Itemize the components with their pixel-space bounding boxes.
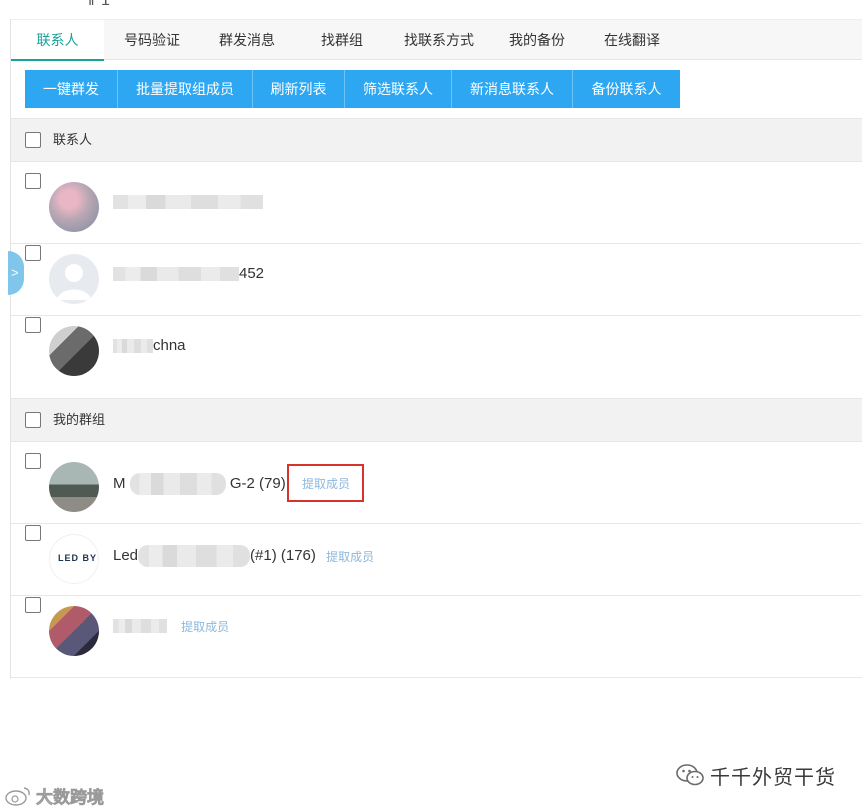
top-fragment: ‖ 1: [88, 0, 111, 9]
contact-row[interactable]: chna: [11, 316, 862, 398]
redacted-text: [113, 339, 153, 354]
tab-bar: 联系人 号码验证 群发消息 找群组 找联系方式 我的备份 在线翻译: [11, 19, 862, 61]
redacted-text: [113, 619, 167, 634]
avatar: [49, 254, 99, 304]
group-logo: LED BY: [58, 553, 98, 563]
contact-name: 452: [113, 265, 264, 282]
avatar: [49, 326, 99, 376]
filter-contacts-button[interactable]: 筛选联系人: [345, 70, 452, 108]
avatar: [49, 462, 99, 512]
extract-members-link[interactable]: 提取成员: [287, 464, 365, 502]
contact-row[interactable]: [11, 172, 862, 244]
tab-find-contact-info[interactable]: 找联系方式: [404, 20, 474, 60]
group-name: Led (#1) (176) 提取成员: [113, 545, 374, 567]
group-name: M G-2 (79): [113, 473, 286, 495]
contact-name: [113, 193, 263, 210]
weibo-icon: [5, 786, 30, 806]
contact-checkbox[interactable]: [25, 245, 41, 261]
group-checkbox[interactable]: [25, 597, 41, 613]
contacts-section-header: 联系人: [11, 118, 862, 162]
watermark-text: 千千外贸干货: [710, 766, 836, 789]
extract-group-members-button[interactable]: 批量提取组成员: [118, 70, 253, 108]
groups-section-title: 我的群组: [53, 412, 106, 427]
tab-contacts[interactable]: 联系人: [11, 20, 104, 61]
select-all-groups-checkbox[interactable]: [25, 412, 41, 428]
avatar: LED BY: [49, 534, 99, 584]
avatar: [49, 606, 99, 656]
extract-members-link[interactable]: 提取成员: [326, 550, 374, 564]
top-strip: ‖ 1: [0, 0, 862, 19]
watermark-text: 大数跨境: [36, 788, 105, 808]
group-row[interactable]: M G-2 (79) 提取成员: [11, 452, 862, 524]
app-window: ‖ 1 联系人 号码验证 群发消息 找群组 找联系方式 我的备份 在线翻译 一键…: [0, 0, 862, 811]
refresh-list-button[interactable]: 刷新列表: [253, 70, 345, 108]
redacted-text: [138, 545, 251, 567]
contact-checkbox[interactable]: [25, 173, 41, 189]
watermark-right: 千千外贸干货: [676, 757, 836, 793]
group-row[interactable]: 提取成员: [11, 596, 862, 678]
contact-checkbox[interactable]: [25, 317, 41, 333]
extract-members-link[interactable]: 提取成员: [181, 620, 229, 634]
tab-number-verify[interactable]: 号码验证: [124, 20, 180, 60]
groups-section-header: 我的群组: [11, 398, 862, 442]
tab-find-groups[interactable]: 找群组: [321, 20, 363, 60]
tab-my-backup[interactable]: 我的备份: [509, 20, 565, 60]
contact-name: chna: [113, 337, 186, 354]
watermark-left: 大数跨境: [4, 783, 104, 808]
group-checkbox[interactable]: [25, 453, 41, 469]
group-name: 提取成员: [113, 617, 229, 635]
tab-online-translate[interactable]: 在线翻译: [604, 20, 660, 60]
select-all-contacts-checkbox[interactable]: [25, 132, 41, 148]
tab-mass-message[interactable]: 群发消息: [219, 20, 275, 60]
redacted-text: [129, 473, 226, 495]
backup-contacts-button[interactable]: 备份联系人: [573, 70, 680, 108]
contacts-section-title: 联系人: [53, 132, 93, 147]
action-toolbar: 一键群发 批量提取组成员 刷新列表 筛选联系人 新消息联系人 备份联系人: [25, 70, 680, 108]
avatar: [49, 182, 99, 232]
new-message-contacts-button[interactable]: 新消息联系人: [452, 70, 573, 108]
contact-row[interactable]: 452: [11, 244, 862, 316]
mass-send-button[interactable]: 一键群发: [25, 70, 118, 108]
wechat-icon: [676, 763, 704, 787]
group-row[interactable]: LED BY Led (#1) (176) 提取成员: [11, 524, 862, 596]
redacted-text: [113, 267, 239, 282]
group-checkbox[interactable]: [25, 525, 41, 541]
redacted-text: [113, 195, 263, 210]
default-avatar-icon: [57, 264, 91, 300]
